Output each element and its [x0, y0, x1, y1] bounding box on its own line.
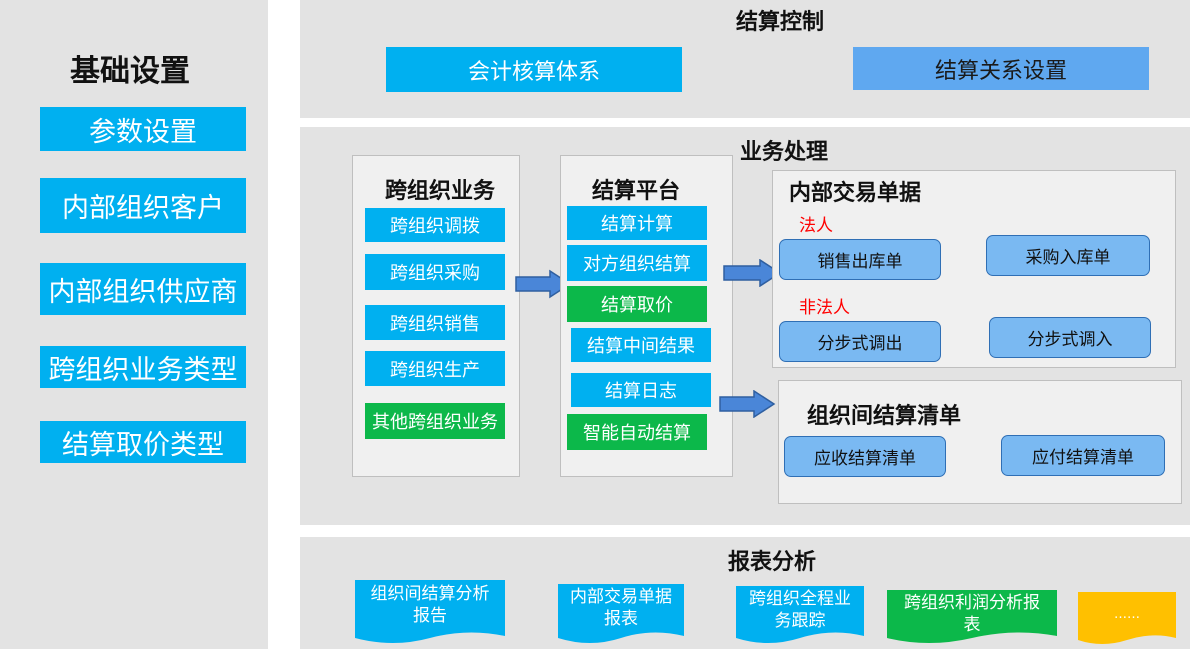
cross-org-business-type-button[interactable]: 跨组织业务类型	[40, 346, 246, 388]
business-processing-panel: 业务处理 跨组织业务 跨组织调拨 跨组织采购 跨组织销售 跨组织生产 其他跨组织…	[300, 127, 1190, 525]
settlement-platform-title: 结算平台	[591, 179, 680, 204]
settlement-pricing-button[interactable]: 结算取价	[567, 286, 707, 322]
internal-trade-docs-report[interactable]: 内部交易单据 报表	[558, 584, 684, 646]
auto-settlement-button[interactable]: 智能自动结算	[567, 414, 707, 450]
inter-org-analysis-report[interactable]: 组织间结算分析 报告	[355, 580, 505, 646]
more-reports[interactable]: ……	[1078, 592, 1176, 646]
report-analysis-title: 报表分析	[727, 550, 816, 575]
settlement-intermediate-button[interactable]: 结算中间结果	[571, 328, 711, 362]
inter-org-settlement-list-title: 组织间结算清单	[807, 404, 962, 429]
counterparty-settlement-button[interactable]: 对方组织结算	[567, 245, 707, 281]
inter-org-settlement-list-box: 组织间结算清单 应收结算清单 应付结算清单	[778, 380, 1182, 504]
cross-org-purchase-button[interactable]: 跨组织采购	[365, 254, 505, 290]
more-reports-label: ……	[1114, 607, 1140, 622]
cross-org-sales-button[interactable]: 跨组织销售	[365, 305, 505, 340]
sales-outbound-button[interactable]: 销售出库单	[779, 239, 941, 280]
internal-trade-docs-report-label: 内部交易单据 报表	[570, 587, 672, 629]
legal-entity-label: 法人	[799, 216, 833, 236]
settlement-pricing-type-button[interactable]: 结算取价类型	[40, 421, 246, 463]
internal-org-supplier-button[interactable]: 内部组织供应商	[40, 263, 246, 315]
stepwise-transfer-out-button[interactable]: 分步式调出	[779, 321, 941, 362]
internal-trade-docs-box: 内部交易单据 法人 销售出库单 采购入库单 非法人 分步式调出 分步式调入	[772, 170, 1176, 368]
payable-list-button[interactable]: 应付结算清单	[1001, 435, 1165, 476]
inter-org-analysis-report-label: 组织间结算分析 报告	[370, 584, 490, 626]
settlement-calc-button[interactable]: 结算计算	[567, 206, 707, 240]
arrow-right-icon	[719, 390, 776, 418]
param-settings-button[interactable]: 参数设置	[40, 107, 246, 151]
other-cross-org-business-button[interactable]: 其他跨组织业务	[365, 403, 505, 439]
settlement-control-title: 结算控制	[735, 10, 824, 35]
non-legal-entity-label: 非法人	[799, 298, 850, 318]
internal-org-customer-button[interactable]: 内部组织客户	[40, 178, 246, 233]
report-analysis-panel: 报表分析 组织间结算分析 报告 内部交易单据 报表 跨组织全程业 务跟踪 跨组织…	[300, 537, 1190, 649]
cross-org-profit-report[interactable]: 跨组织利润分析报 表	[887, 590, 1057, 646]
cross-org-profit-report-label: 跨组织利润分析报 表	[904, 593, 1040, 635]
basic-settings-title: 基础设置	[70, 54, 190, 89]
cross-org-tracking-report[interactable]: 跨组织全程业 务跟踪	[736, 586, 864, 646]
cross-org-production-button[interactable]: 跨组织生产	[365, 351, 505, 386]
basic-settings-panel: 基础设置 参数设置 内部组织客户 内部组织供应商 跨组织业务类型 结算取价类型	[0, 0, 268, 649]
settlement-control-panel: 结算控制 会计核算体系 结算关系设置	[300, 0, 1190, 118]
internal-trade-docs-title: 内部交易单据	[789, 181, 922, 206]
cross-org-business-box: 跨组织业务 跨组织调拨 跨组织采购 跨组织销售 跨组织生产 其他跨组织业务	[352, 155, 520, 477]
settlement-log-button[interactable]: 结算日志	[571, 373, 711, 407]
receivable-list-button[interactable]: 应收结算清单	[784, 436, 946, 477]
settlement-platform-box: 结算平台 结算计算 对方组织结算 结算取价 结算中间结果 结算日志 智能自动结算	[560, 155, 733, 477]
settlement-relation-button[interactable]: 结算关系设置	[853, 47, 1149, 90]
accounting-system-button[interactable]: 会计核算体系	[386, 47, 682, 92]
stepwise-transfer-in-button[interactable]: 分步式调入	[989, 317, 1151, 358]
cross-org-business-title: 跨组织业务	[384, 179, 495, 204]
cross-org-tracking-report-label: 跨组织全程业 务跟踪	[749, 589, 851, 631]
purchase-inbound-button[interactable]: 采购入库单	[986, 235, 1150, 276]
cross-org-transfer-button[interactable]: 跨组织调拨	[365, 208, 505, 242]
